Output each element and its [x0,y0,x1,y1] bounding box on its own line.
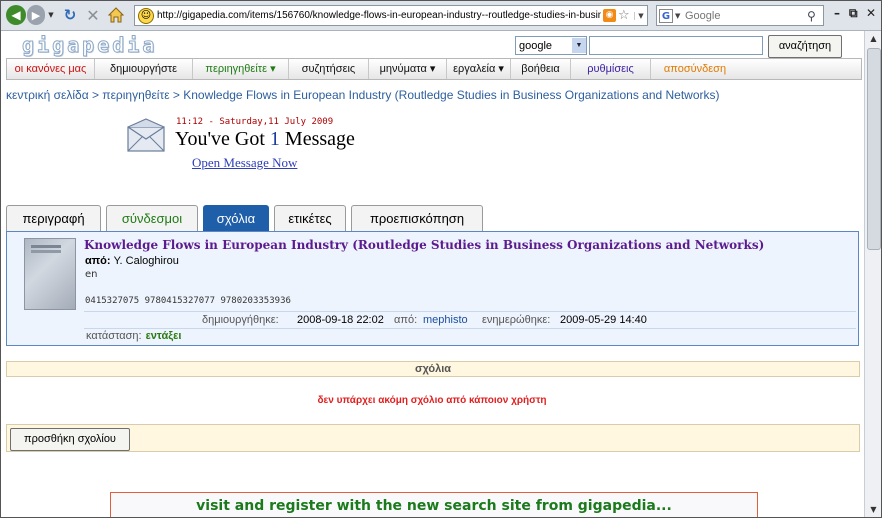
reload-button[interactable]: ↻ [61,5,79,25]
created-label: δημιουργήθηκε: [202,314,279,326]
forward-button[interactable]: ▶ [27,5,45,25]
book-meta-row: δημιουργήθηκε: 2008-09-18 22:02 από: mep… [84,311,856,329]
book-status: κατάσταση: εντάξει [86,330,181,342]
author-label: από: [85,255,111,267]
google-engine-icon[interactable]: G [659,8,673,23]
open-message-link[interactable]: Open Message Now [192,155,297,171]
site-search-input[interactable] [589,36,763,55]
menu-item-discussions[interactable]: συζητήσεις [289,59,369,79]
menu-item-tools[interactable]: εργαλεία ▾ [447,59,511,79]
menu-item-rules[interactable]: οι κανόνες μας [7,59,95,79]
book-info-panel: Knowledge Flows in European Industry (Ro… [6,231,859,346]
comments-header: σχόλια [6,361,860,377]
message-count: 1 [269,128,280,150]
uploader-link[interactable]: mephisto [423,314,468,326]
updated-label: ενημερώθηκε: [482,314,551,326]
menu-item-settings[interactable]: ρυθμίσεις [571,59,651,79]
tab-comments[interactable]: σχόλια [203,205,269,231]
tab-links[interactable]: σύνδεσμοι [106,205,198,231]
main-menu: οι κανόνες μας δημιουργήστε περιηγηθείτε… [6,58,862,80]
tab-preview[interactable]: προεπισκόπηση [351,205,483,231]
updated-date: 2009-05-29 14:40 [560,314,647,326]
rss-feed-icon[interactable]: ◉ [603,9,616,22]
address-bar[interactable]: ☺ http://gigapedia.com/items/156760/know… [134,5,648,26]
browser-search-input[interactable] [683,8,807,23]
back-button[interactable]: ◀ [6,5,26,25]
breadcrumb[interactable]: κεντρική σελίδα > περιηγηθείτε > Knowled… [6,88,720,102]
search-engine-value: google [519,39,553,52]
select-arrow-icon[interactable]: ▼ [572,38,586,53]
created-date: 2008-09-18 22:02 [297,314,384,326]
tab-description[interactable]: περιγραφή [6,205,101,231]
book-isbns: 0415327075 9780415327077 9780203353936 [85,296,291,306]
menu-item-messages[interactable]: μηνύματα ▾ [369,59,447,79]
history-dropdown-icon[interactable]: ▼ [46,5,56,25]
message-date: 11:12 - Saturday,11 July 2009 [176,117,334,127]
menu-item-logout[interactable]: αποσύνδεση [651,59,739,79]
book-cover-thumbnail[interactable] [24,238,76,310]
home-button[interactable] [107,5,125,25]
engine-dropdown-icon[interactable]: ▼ [675,12,683,20]
envelope-icon [127,118,165,152]
uploader-label: από: [394,314,418,326]
search-magnifier-icon[interactable]: ⚲ [807,9,823,23]
browser-search-box[interactable]: G ▼ ⚲ [656,5,824,26]
search-engine-select[interactable]: google ▼ [515,36,587,55]
book-language: en [85,269,98,280]
restore-button[interactable]: ⧉ [849,6,858,21]
scroll-thumb[interactable] [867,48,881,250]
book-author: από: Y. Caloghirou [85,255,179,267]
status-label: κατάσταση: [86,330,142,342]
menu-item-create[interactable]: δημιουργήστε [95,59,193,79]
url-text[interactable]: http://gigapedia.com/items/156760/knowle… [157,10,601,21]
page-content: gigapedia google ▼ αναζήτηση οι κανόνες … [0,31,864,518]
author-name: Y. Caloghirou [113,255,179,267]
browser-toolbar: ◀ ▶ ▼ ↻ ✕ ☺ http://gigapedia.com/items/1… [0,0,882,31]
vertical-scrollbar[interactable]: ▲ ▼ [864,31,882,518]
add-comment-bar: προσθήκη σχολίου [6,424,860,452]
message-title: You've Got 1 Message [175,128,355,151]
book-title[interactable]: Knowledge Flows in European Industry (Ro… [84,238,764,252]
minimize-button[interactable]: – [834,6,840,20]
bookmark-star-icon[interactable]: ☆ [618,8,632,23]
search-button[interactable]: αναζήτηση [768,35,842,58]
scroll-up-arrow-icon[interactable]: ▲ [865,31,882,47]
favicon-smiley-icon: ☺ [138,7,154,24]
promo-banner[interactable]: visit and register with the new search s… [110,492,758,518]
stop-button[interactable]: ✕ [84,5,102,25]
add-comment-button[interactable]: προσθήκη σχολίου [10,428,130,451]
status-value: εντάξει [145,330,182,342]
scroll-down-arrow-icon[interactable]: ▼ [865,502,882,518]
no-comments-message: δεν υπάρχει ακόμη σχόλιο από κάποιον χρή… [317,395,547,406]
tab-tags[interactable]: ετικέτες [274,205,346,231]
home-icon [108,7,124,23]
close-window-button[interactable]: ✕ [866,6,876,20]
menu-item-help[interactable]: βοήθεια [511,59,571,79]
url-dropdown-icon[interactable]: ▼ [634,11,647,20]
message-title-prefix: You've Got [175,128,270,150]
message-title-suffix: Message [279,128,355,150]
menu-item-browse[interactable]: περιηγηθείτε ▾ [193,59,289,79]
site-logo[interactable]: gigapedia [21,33,157,58]
